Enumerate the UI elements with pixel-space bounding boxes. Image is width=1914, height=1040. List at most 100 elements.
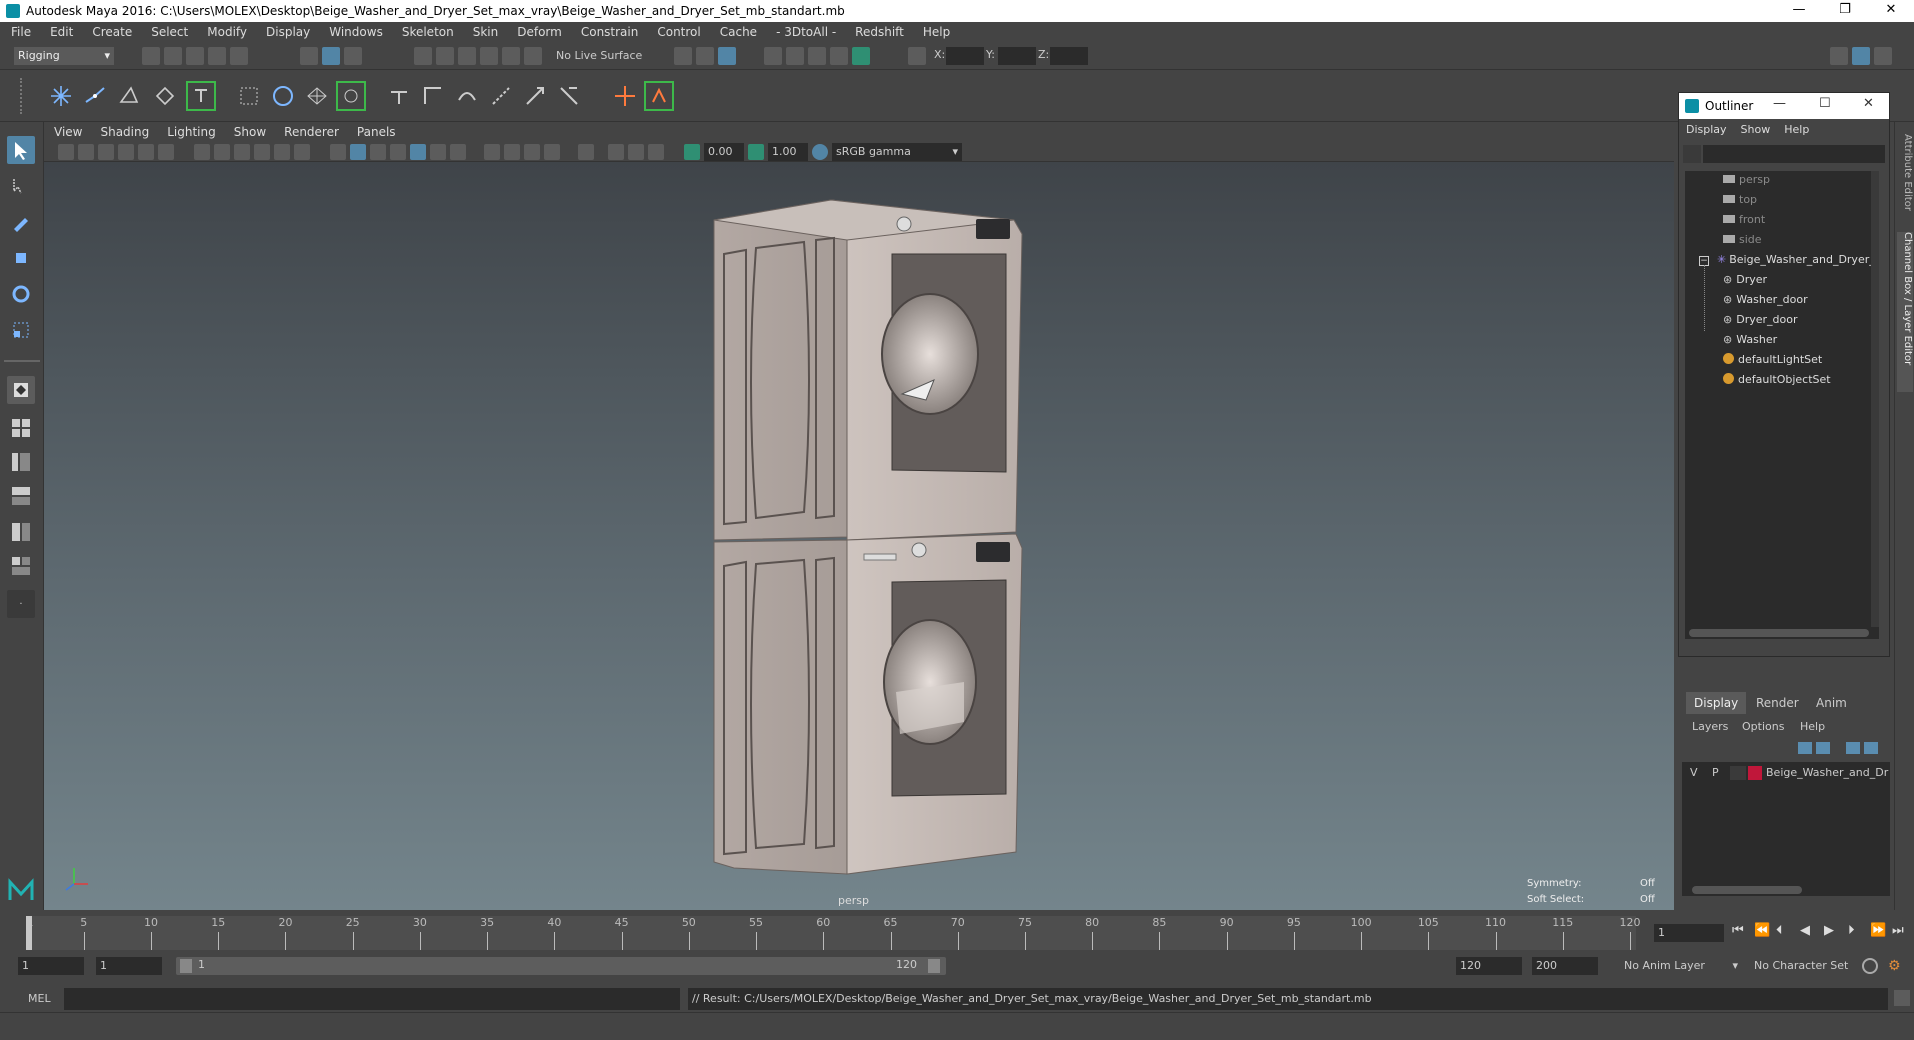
- step-back-key-icon[interactable]: ⏪: [1754, 923, 1770, 938]
- layers-menu-layers[interactable]: Layers: [1692, 720, 1728, 733]
- field-chart-icon[interactable]: [274, 144, 290, 160]
- persp-outliner-layout-icon[interactable]: [7, 448, 35, 476]
- close-button[interactable]: ✕: [1868, 0, 1914, 22]
- range-end-handle[interactable]: [928, 959, 940, 973]
- x-field[interactable]: [946, 47, 984, 65]
- viewport-menu-renderer[interactable]: Renderer: [274, 125, 347, 139]
- single-perspective-layout-icon[interactable]: [7, 376, 35, 404]
- select-hierarchy-icon[interactable]: [300, 47, 318, 65]
- outliner-item-persp[interactable]: persp: [1723, 171, 1770, 189]
- paint-select-icon[interactable]: [7, 208, 35, 236]
- mode-selector[interactable]: Rigging ▾: [14, 47, 114, 65]
- snap-grid-icon[interactable]: [414, 47, 432, 65]
- curve-control-icon[interactable]: [644, 81, 674, 111]
- gamma-field[interactable]: 1.00: [768, 143, 808, 161]
- render-settings-icon[interactable]: [830, 47, 848, 65]
- scale-tool-icon[interactable]: [7, 316, 35, 344]
- time-slider-current-frame-marker[interactable]: [26, 916, 32, 950]
- xray-active-icon[interactable]: [628, 144, 644, 160]
- range-slider-bar[interactable]: 1 120: [176, 957, 946, 975]
- minimize-button[interactable]: —: [1773, 96, 1786, 111]
- menu-display[interactable]: Display: [255, 25, 318, 39]
- outliner-item-dryer-door[interactable]: ⊛ Dryer_door: [1723, 311, 1797, 329]
- viewport-menu-lighting[interactable]: Lighting: [157, 125, 224, 139]
- cluster-icon[interactable]: [336, 81, 366, 111]
- resolution-gate-icon[interactable]: [234, 144, 250, 160]
- outliner-titlebar[interactable]: Outliner — ☐ ✕: [1679, 93, 1889, 119]
- grease-pencil-icon[interactable]: [158, 144, 174, 160]
- point-constraint-icon[interactable]: [418, 81, 448, 111]
- exposure-icon[interactable]: [684, 144, 700, 160]
- redo-icon[interactable]: [230, 47, 248, 65]
- xray-icon[interactable]: [450, 144, 466, 160]
- select-tool-icon[interactable]: [7, 136, 35, 164]
- tab-render[interactable]: Render: [1748, 692, 1807, 714]
- outliner-item-front[interactable]: front: [1723, 211, 1765, 229]
- go-to-end-icon[interactable]: ⏭: [1892, 923, 1904, 938]
- outliner-item-top[interactable]: top: [1723, 191, 1757, 209]
- mirror-joint-icon[interactable]: [186, 81, 216, 111]
- range-start-handle[interactable]: [180, 959, 192, 973]
- character-set-dropdown[interactable]: No Character Set: [1750, 957, 1866, 975]
- menu-3dtoall[interactable]: - 3DtoAll -: [765, 25, 844, 39]
- layer-visibility-toggle[interactable]: V: [1690, 766, 1698, 779]
- menu-redshift[interactable]: Redshift: [844, 25, 912, 39]
- pole-vector-icon[interactable]: [554, 81, 584, 111]
- outliner-filter-icon[interactable]: [1683, 145, 1701, 163]
- menu-deform[interactable]: Deform: [506, 25, 570, 39]
- layout-options-icon[interactable]: ·: [7, 590, 35, 618]
- layer-horizontal-scrollbar[interactable]: [1692, 886, 1802, 894]
- new-scene-icon[interactable]: [142, 47, 160, 65]
- exposure-field[interactable]: 0.00: [704, 143, 744, 161]
- viewport-menu-shading[interactable]: Shading: [90, 125, 157, 139]
- close-button[interactable]: ✕: [1863, 96, 1874, 111]
- ik-handle-icon[interactable]: [80, 81, 110, 111]
- attribute-editor-tab[interactable]: Attribute Editor: [1897, 134, 1913, 224]
- step-forward-frame-icon[interactable]: ⏵: [1848, 923, 1855, 938]
- step-back-frame-icon[interactable]: ⏴: [1776, 923, 1783, 938]
- depth-of-field-icon[interactable]: [544, 144, 560, 160]
- shadows-icon[interactable]: [430, 144, 446, 160]
- image-plane-icon[interactable]: [118, 144, 134, 160]
- menu-file[interactable]: File: [0, 25, 39, 39]
- playback-start-field[interactable]: 1: [96, 957, 162, 975]
- orient-constraint-icon[interactable]: [452, 81, 482, 111]
- layer-color-swatch[interactable]: [1748, 766, 1762, 780]
- aim-constraint-icon[interactable]: [520, 81, 550, 111]
- select-object-icon[interactable]: [322, 47, 340, 65]
- outliner-vertical-scrollbar[interactable]: [1871, 171, 1879, 627]
- tool-settings-icon[interactable]: [1874, 47, 1892, 65]
- z-field[interactable]: [1050, 47, 1088, 65]
- menu-modify[interactable]: Modify: [196, 25, 255, 39]
- color-management-icon[interactable]: [812, 144, 828, 160]
- time-slider[interactable]: 1510152025303540455055606570758085909510…: [0, 910, 1914, 952]
- outliner-layout-icon[interactable]: [7, 552, 35, 580]
- y-field[interactable]: [998, 47, 1036, 65]
- snap-vertex-icon[interactable]: [524, 47, 542, 65]
- motion-blur-icon[interactable]: [504, 144, 520, 160]
- outliner-item-default-object-set[interactable]: defaultObjectSet: [1723, 371, 1831, 389]
- wireframe-on-shaded-icon[interactable]: [370, 144, 386, 160]
- gate-mask-icon[interactable]: [254, 144, 270, 160]
- menu-skeleton[interactable]: Skeleton: [391, 25, 462, 39]
- output-ops-icon[interactable]: [696, 47, 714, 65]
- menu-skin[interactable]: Skin: [462, 25, 507, 39]
- snap-surface-icon[interactable]: [502, 47, 520, 65]
- lasso-tool-icon[interactable]: [7, 172, 35, 200]
- command-input[interactable]: [64, 988, 680, 1010]
- layers-menu-help[interactable]: Help: [1800, 720, 1825, 733]
- animation-end-field[interactable]: 200: [1532, 957, 1598, 975]
- new-layer-icon[interactable]: [1846, 742, 1860, 754]
- color-space-dropdown[interactable]: sRGB gamma ▾: [832, 143, 962, 161]
- move-layer-up-icon[interactable]: [1798, 742, 1812, 754]
- menu-constrain[interactable]: Constrain: [570, 25, 647, 39]
- tab-anim[interactable]: Anim: [1808, 692, 1855, 714]
- viewport-menu-panels[interactable]: Panels: [347, 125, 404, 139]
- time-slider-track[interactable]: 1510152025303540455055606570758085909510…: [26, 916, 1641, 950]
- animation-start-field[interactable]: 1: [18, 957, 84, 975]
- menu-edit[interactable]: Edit: [39, 25, 81, 39]
- menu-help[interactable]: Help: [912, 25, 958, 39]
- render-view-icon[interactable]: [764, 47, 782, 65]
- construction-history-icon[interactable]: [718, 47, 736, 65]
- live-surface-field[interactable]: No Live Surface: [552, 47, 644, 65]
